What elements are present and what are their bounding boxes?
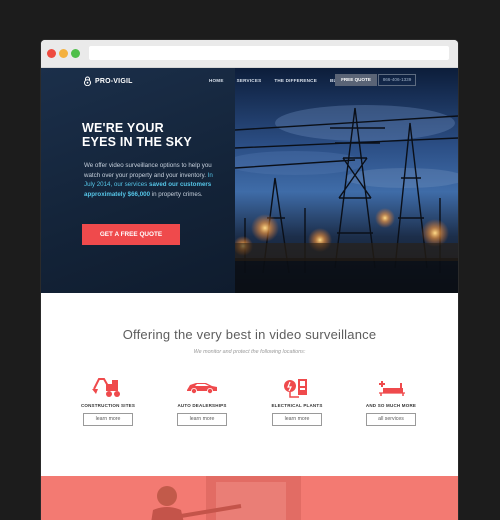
section-title: Offering the very best in video surveill… bbox=[122, 327, 377, 342]
service-construction-sites: CONSTRUCTION SITES learn more bbox=[76, 375, 140, 426]
minimize-window-button[interactable] bbox=[59, 49, 68, 58]
bottom-banner bbox=[41, 476, 458, 520]
browser-chrome bbox=[41, 40, 458, 68]
hero-headline: WE'RE YOUR EYES IN THE SKY bbox=[82, 121, 192, 149]
more-icon bbox=[379, 381, 405, 396]
free-quote-button[interactable]: FREE QUOTE bbox=[335, 74, 377, 86]
nav-the-difference[interactable]: THE DIFFERENCE bbox=[274, 78, 317, 83]
service-auto-dealerships: AUTO DEALERSHIPS learn more bbox=[170, 375, 234, 426]
learn-more-button[interactable]: learn more bbox=[177, 413, 227, 426]
power-station-photo bbox=[235, 68, 458, 293]
hero-section: PRO-VIGIL HOME SERVICES THE DIFFERENCE B… bbox=[41, 68, 458, 293]
service-label: ELECTRICAL PLANTS bbox=[271, 403, 323, 408]
close-window-button[interactable] bbox=[47, 49, 56, 58]
maximize-window-button[interactable] bbox=[71, 49, 80, 58]
car-icon bbox=[187, 383, 217, 394]
headline-line-1: WE'RE YOUR bbox=[82, 121, 164, 135]
headline-line-2: EYES IN THE SKY bbox=[82, 134, 192, 149]
section-subtitle: We monitor and protect the following loc… bbox=[193, 349, 306, 355]
learn-more-button[interactable]: learn more bbox=[83, 413, 133, 426]
hero-body-copy: We offer video surveillance options to h… bbox=[84, 161, 214, 199]
top-navigation: PRO-VIGIL HOME SERVICES THE DIFFERENCE B… bbox=[41, 68, 458, 96]
nav-home[interactable]: HOME bbox=[209, 78, 224, 83]
service-label: CONSTRUCTION SITES bbox=[80, 403, 136, 408]
service-label: AND SO MUCH MORE bbox=[365, 403, 417, 408]
electrical-plant-icon bbox=[284, 379, 307, 398]
logo[interactable]: PRO-VIGIL bbox=[83, 76, 133, 86]
body-text-1: We offer video surveillance options to h… bbox=[84, 162, 212, 179]
nav-services[interactable]: SERVICES bbox=[237, 78, 262, 83]
learn-more-button[interactable]: learn more bbox=[272, 413, 322, 426]
browser-window: PRO-VIGIL HOME SERVICES THE DIFFERENCE B… bbox=[41, 40, 458, 520]
excavator-icon bbox=[92, 378, 120, 397]
phone-number[interactable]: 866-406-1339 bbox=[378, 74, 416, 86]
services-section: Offering the very best in video surveill… bbox=[41, 293, 458, 476]
bottom-banner-photo bbox=[41, 476, 458, 520]
address-bar[interactable] bbox=[89, 46, 449, 60]
service-label: AUTO DEALERSHIPS bbox=[177, 403, 227, 408]
all-services-button[interactable]: all services bbox=[366, 413, 416, 426]
get-free-quote-button[interactable]: GET A FREE QUOTE bbox=[82, 224, 180, 245]
service-electrical-plants: ELECTRICAL PLANTS learn more bbox=[265, 375, 329, 426]
brand-name: PRO-VIGIL bbox=[95, 77, 133, 85]
body-text-4: in property crimes. bbox=[150, 190, 203, 198]
lock-icon bbox=[84, 76, 91, 86]
service-and-so-much-more: AND SO MUCH MORE all services bbox=[359, 375, 423, 426]
